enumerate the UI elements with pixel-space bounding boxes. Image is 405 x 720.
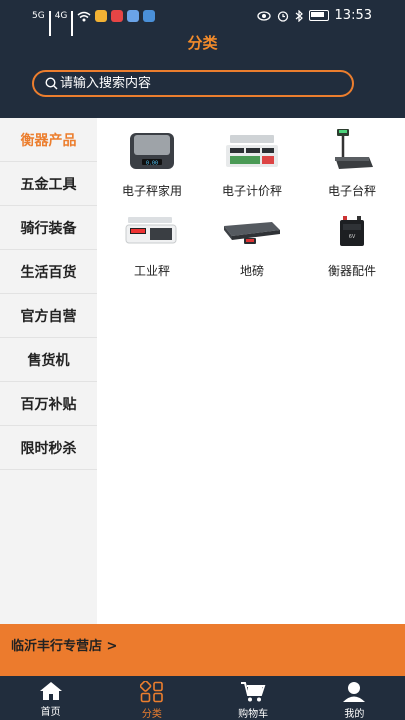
product-label: 电子台秤: [327, 184, 376, 198]
sidebar-item-flash-sale[interactable]: 限时秒杀: [0, 426, 97, 470]
home-icon: [39, 682, 62, 700]
product-item[interactable]: 电子计价秤: [202, 126, 302, 198]
product-label: 衡器配件: [327, 264, 376, 278]
sidebar-item-hardware-tools[interactable]: 五金工具: [0, 162, 97, 206]
store-banner[interactable]: 临沂丰行专营店 >: [0, 624, 405, 676]
product-item[interactable]: 0.00 电子秤家用: [102, 126, 202, 198]
status-left: 5G 4G: [32, 10, 156, 36]
signal-label-2: 4G: [54, 10, 68, 21]
eye-icon: [256, 10, 271, 21]
sidebar-item-cycling-gear[interactable]: 骑行装备: [0, 206, 97, 250]
app-notification-icon-4: [143, 10, 156, 22]
status-right: 13:53: [256, 8, 372, 23]
app-notification-icon-2: [111, 10, 124, 22]
status-time: 13:53: [334, 8, 372, 23]
floor-scale-icon: [202, 206, 302, 256]
tab-home[interactable]: 首页: [0, 676, 101, 720]
search-bar[interactable]: [32, 70, 354, 97]
alarm-icon: [277, 10, 288, 22]
signal-bars-icon: [48, 11, 51, 36]
profile-icon: [343, 682, 366, 702]
product-label: 电子秤家用: [121, 184, 182, 198]
product-category-panel: 0.00 电子秤家用 电子计价秤 电子台秤 工业秤 地磅 6V 衡器配件: [97, 118, 405, 624]
tab-label: 购物车: [238, 709, 269, 720]
platform-scale-icon: [302, 126, 402, 176]
sidebar-item-label: 生活百货: [20, 264, 77, 281]
sidebar-item-million-subsidy[interactable]: 百万补贴: [0, 382, 97, 426]
sidebar-item-label: 骑行装备: [20, 220, 77, 237]
store-link[interactable]: 临沂丰行专营店 >: [11, 635, 117, 654]
bottom-tab-bar: 首页 分类 购物车 我的: [0, 676, 405, 720]
sidebar-item-label: 衡器产品: [20, 132, 77, 149]
product-label: 工业秤: [133, 264, 170, 278]
signal-label-1: 5G: [32, 10, 45, 21]
sidebar-item-official-store[interactable]: 官方自营: [0, 294, 97, 338]
tab-category[interactable]: 分类: [101, 676, 202, 720]
product-item[interactable]: 地磅: [202, 206, 302, 278]
industrial-scale-icon: [102, 206, 202, 256]
product-item[interactable]: 工业秤: [102, 206, 202, 278]
product-item[interactable]: 电子台秤: [302, 126, 402, 198]
tab-label: 分类: [141, 709, 162, 720]
sidebar-item-daily-goods[interactable]: 生活百货: [0, 250, 97, 294]
category-sidebar: 衡器产品 五金工具 骑行装备 生活百货 官方自营 售货机 百万补贴 限时秒杀: [0, 118, 97, 624]
household-scale-icon: 0.00: [102, 126, 202, 176]
app-notification-icon-3: [127, 10, 140, 22]
tab-profile[interactable]: 我的: [304, 676, 405, 720]
battery-icon: [308, 10, 329, 21]
product-label: 地磅: [239, 264, 264, 278]
sidebar-item-label: 限时秒杀: [20, 440, 77, 457]
sidebar-item-label: 五金工具: [20, 176, 77, 193]
app-notification-icon: [95, 10, 108, 22]
bluetooth-icon: [295, 9, 303, 22]
signal-bars-icon-2: [71, 11, 74, 36]
wifi-icon: [77, 11, 91, 21]
cart-icon: [241, 682, 266, 702]
sidebar-item-label: 官方自营: [20, 308, 77, 325]
tab-label: 我的: [344, 709, 365, 720]
sidebar-item-weighing-products[interactable]: 衡器产品: [0, 118, 97, 162]
search-input[interactable]: [60, 76, 330, 91]
price-computing-scale-icon: [202, 126, 302, 176]
status-bar: 5G 4G 13:53: [0, 0, 405, 36]
product-grid: 0.00 电子秤家用 电子计价秤 电子台秤 工业秤 地磅 6V 衡器配件: [102, 126, 402, 278]
svg-text:6V: 6V: [349, 234, 356, 240]
tab-label: 首页: [40, 707, 61, 718]
battery-icon: 6V: [302, 206, 402, 256]
sidebar-item-vending-machine[interactable]: 售货机: [0, 338, 97, 382]
category-icon: [139, 681, 163, 703]
product-item[interactable]: 6V 衡器配件: [302, 206, 402, 278]
sidebar-item-label: 售货机: [27, 352, 70, 369]
search-icon: [45, 77, 58, 90]
product-label: 电子计价秤: [221, 184, 282, 198]
header-bar: 5G 4G 13:53 分类: [0, 0, 405, 118]
svg-text:0.00: 0.00: [146, 161, 158, 167]
sidebar-item-label: 百万补贴: [20, 396, 77, 413]
tab-cart[interactable]: 购物车: [203, 676, 304, 720]
page-title: 分类: [187, 34, 218, 52]
